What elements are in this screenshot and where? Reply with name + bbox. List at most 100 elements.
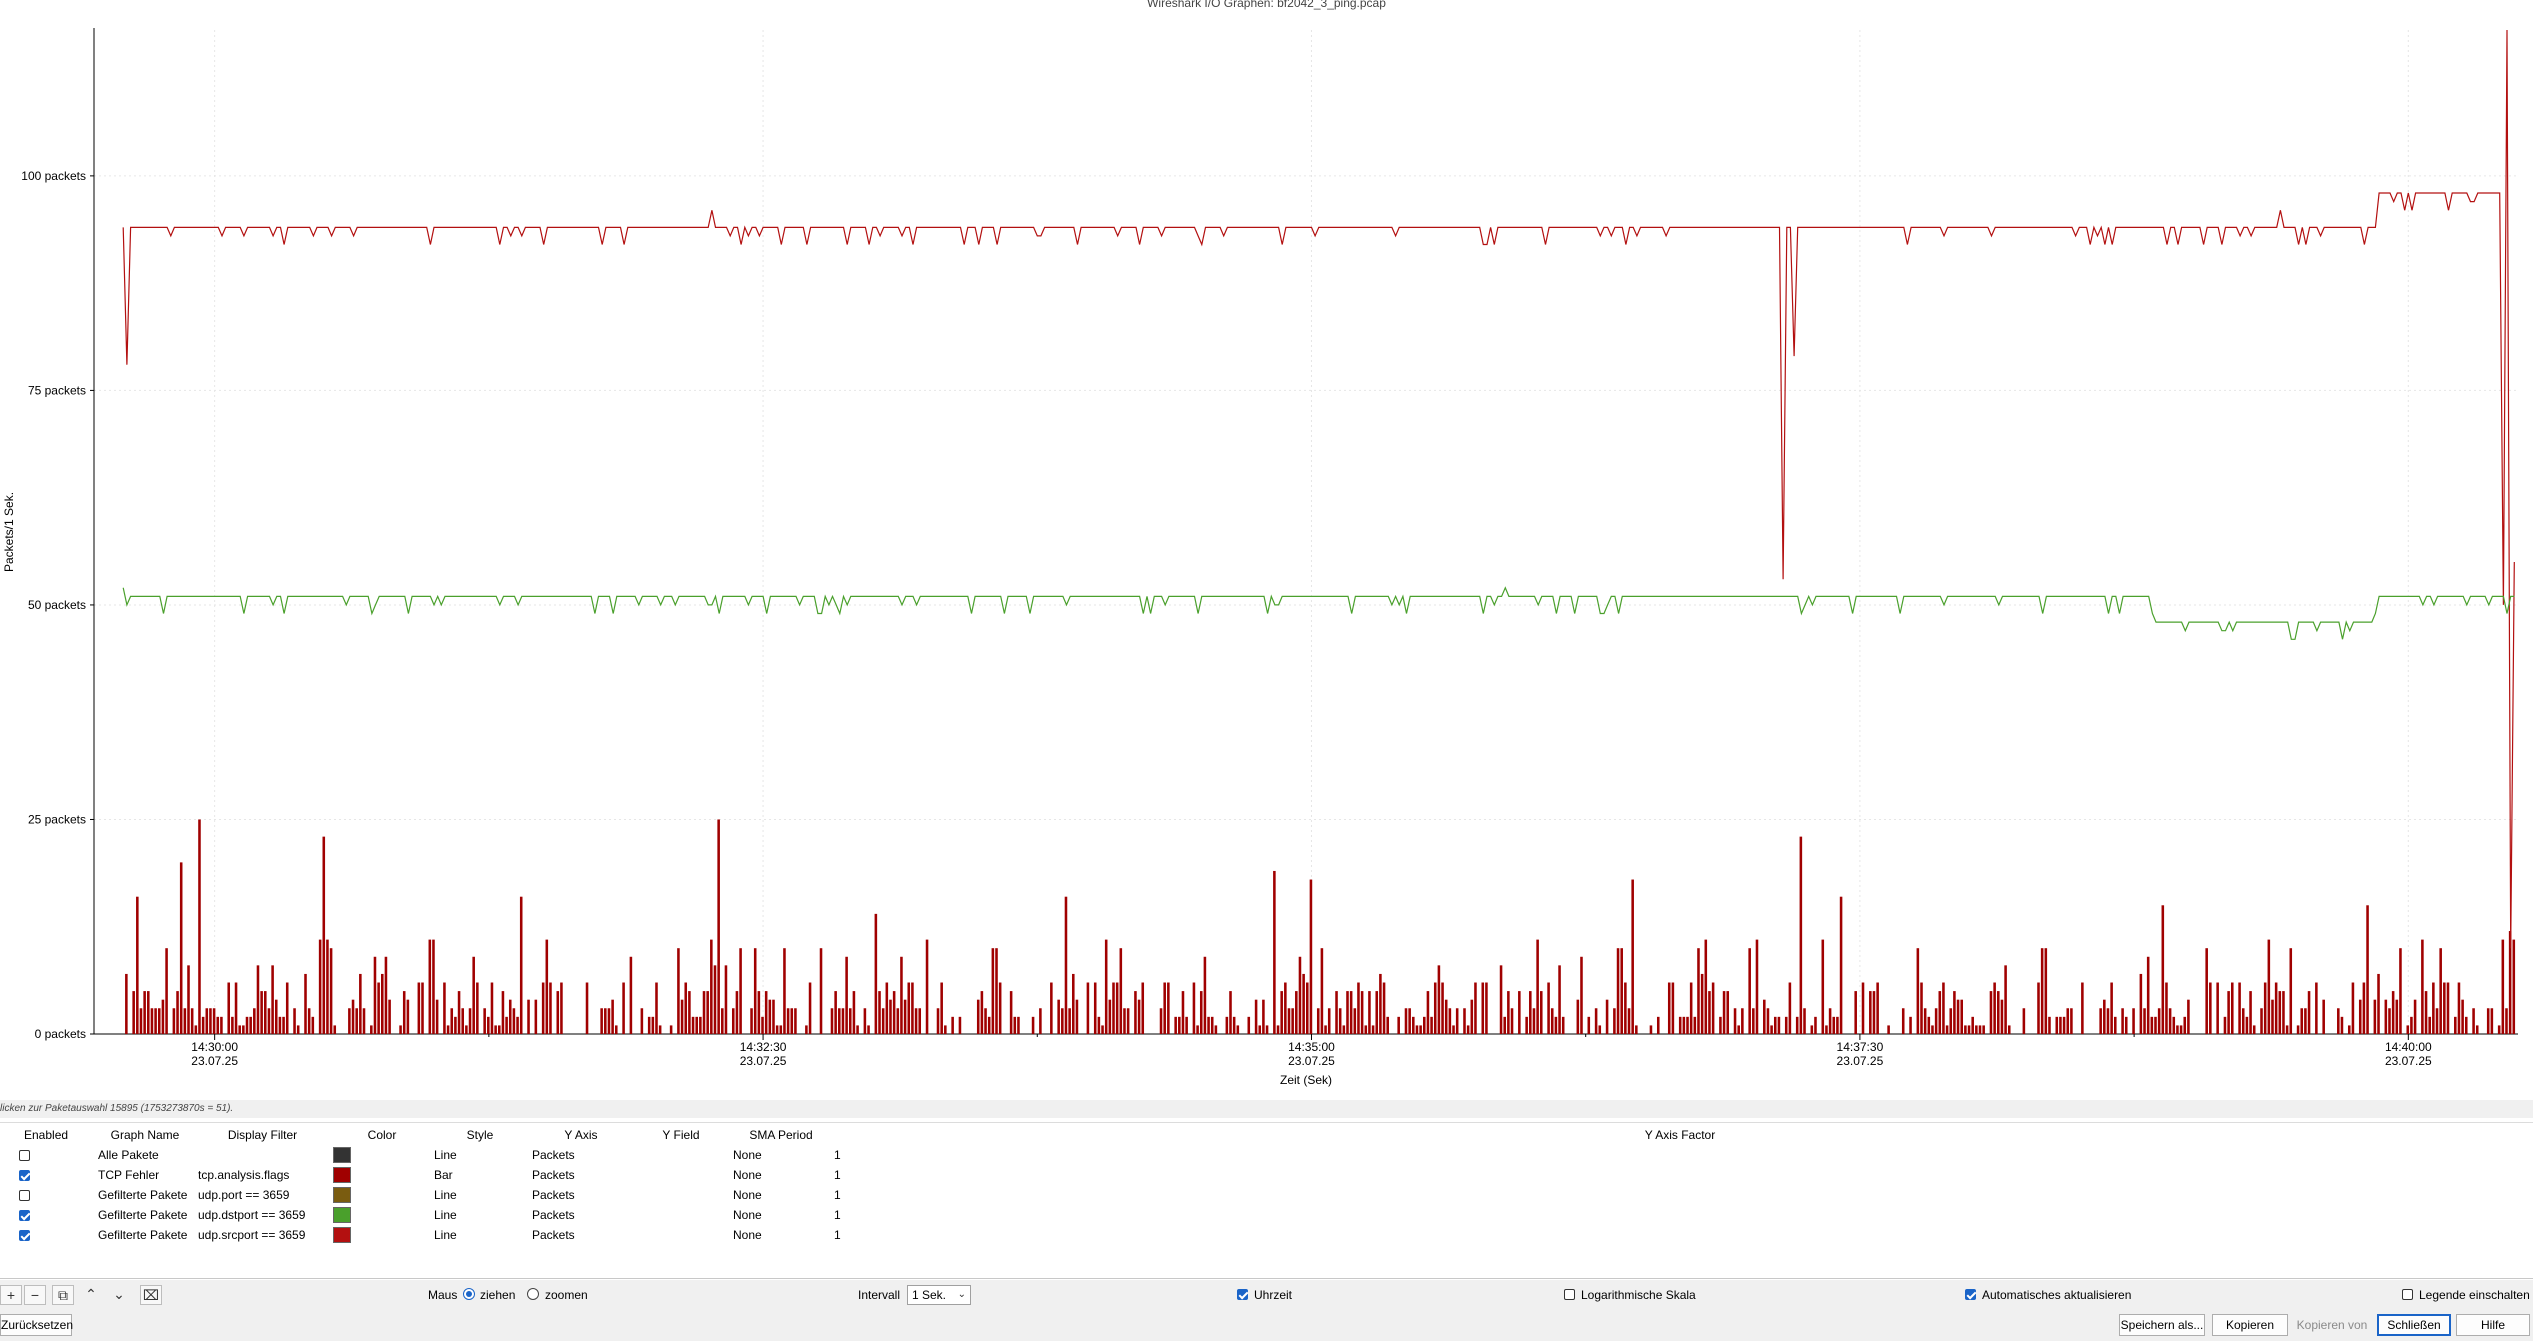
interval-select[interactable]: 1 Sek. ⌄ bbox=[907, 1285, 971, 1305]
tcp-error-bar bbox=[1207, 1016, 1210, 1034]
graph-enabled-checkbox[interactable] bbox=[19, 1170, 30, 1181]
color-swatch[interactable] bbox=[333, 1187, 351, 1203]
interval-label: Intervall bbox=[858, 1288, 901, 1302]
graph-enabled-checkbox[interactable] bbox=[19, 1210, 30, 1221]
graph-enabled-checkbox[interactable] bbox=[19, 1150, 30, 1161]
sma-period-cell[interactable]: None bbox=[733, 1145, 762, 1165]
copy-from-button[interactable]: Kopieren von bbox=[2292, 1314, 2372, 1336]
y-axis-factor-cell[interactable]: 1 bbox=[834, 1185, 841, 1205]
header-graph-name[interactable]: Graph Name bbox=[110, 1126, 180, 1144]
display-filter-cell[interactable]: udp.dstport == 3659 bbox=[198, 1205, 305, 1225]
tcp-error-bar bbox=[2230, 982, 2234, 1034]
tcp-error-bar bbox=[1733, 1008, 1737, 1034]
save-as-button[interactable]: Speichern als... bbox=[2119, 1314, 2205, 1336]
color-swatch[interactable] bbox=[333, 1147, 351, 1163]
legend-checkbox[interactable] bbox=[2402, 1289, 2413, 1300]
help-button[interactable]: Hilfe bbox=[2456, 1314, 2530, 1336]
table-row[interactable]: Gefilterte Pakete udp.port == 3659 Line Pac… bbox=[0, 1185, 2533, 1205]
tcp-error-bar bbox=[234, 982, 238, 1034]
move-up-icon[interactable]: ⌃ bbox=[80, 1285, 102, 1305]
tcp-error-bar bbox=[1499, 965, 1503, 1034]
graph-name-cell[interactable]: TCP Fehler bbox=[98, 1165, 159, 1185]
table-row[interactable]: TCP Fehler tcp.analysis.flags Bar Packets No… bbox=[0, 1165, 2533, 1185]
style-cell[interactable]: Line bbox=[434, 1145, 457, 1165]
tcp-error-bar bbox=[1594, 1008, 1598, 1034]
display-filter-cell[interactable]: tcp.analysis.flags bbox=[198, 1165, 289, 1185]
tcp-error-bar bbox=[307, 1008, 311, 1034]
sma-period-cell[interactable]: None bbox=[733, 1205, 762, 1225]
tcp-error-bar bbox=[1364, 1025, 1368, 1034]
drag-radio[interactable] bbox=[463, 1288, 475, 1300]
legend-label[interactable]: Legende einschalten bbox=[2419, 1288, 2530, 1302]
y-axis-cell[interactable]: Packets bbox=[532, 1205, 575, 1225]
zoom-label[interactable]: zoomen bbox=[545, 1288, 588, 1302]
tcp-error-bar bbox=[1554, 1016, 1558, 1034]
y-axis-factor-cell[interactable]: 1 bbox=[834, 1205, 841, 1225]
header-display-filter[interactable]: Display Filter bbox=[225, 1126, 300, 1144]
graph-name-cell[interactable]: Alle Pakete bbox=[98, 1145, 159, 1165]
style-cell[interactable]: Line bbox=[434, 1205, 457, 1225]
clock-label[interactable]: Uhrzeit bbox=[1254, 1288, 1292, 1302]
tcp-error-bar bbox=[984, 1008, 987, 1034]
y-axis-cell[interactable]: Packets bbox=[532, 1165, 575, 1185]
color-swatch[interactable] bbox=[333, 1227, 351, 1243]
reset-button[interactable]: Zurücksetzen bbox=[0, 1314, 73, 1336]
header-y-axis-factor[interactable]: Y Axis Factor bbox=[1640, 1126, 1720, 1144]
zoom-radio[interactable] bbox=[527, 1288, 539, 1300]
tcp-error-bar bbox=[925, 939, 929, 1034]
add-icon[interactable]: + bbox=[0, 1285, 22, 1305]
tcp-error-bar bbox=[695, 1016, 698, 1034]
y-axis-factor-cell[interactable]: 1 bbox=[834, 1145, 841, 1165]
io-graph-chart[interactable]: 0 packets 25 packets 50 packets 75 packets 1… bbox=[0, 0, 2533, 1100]
y-axis-cell[interactable]: Packets bbox=[532, 1225, 575, 1245]
tcp-error-bar bbox=[322, 836, 326, 1034]
close-button[interactable]: Schließen bbox=[2377, 1314, 2451, 1336]
style-cell[interactable]: Bar bbox=[434, 1165, 453, 1185]
auto-update-checkbox[interactable] bbox=[1965, 1289, 1976, 1300]
sma-period-cell[interactable]: None bbox=[733, 1185, 762, 1205]
y-axis-cell[interactable]: Packets bbox=[532, 1185, 575, 1205]
y-axis-cell[interactable]: Packets bbox=[532, 1145, 575, 1165]
header-sma-period[interactable]: SMA Period bbox=[748, 1126, 814, 1144]
color-swatch[interactable] bbox=[333, 1207, 351, 1223]
remove-icon[interactable]: − bbox=[24, 1285, 46, 1305]
tcp-error-bar bbox=[2048, 1016, 2051, 1034]
header-enabled[interactable]: Enabled bbox=[24, 1126, 68, 1144]
header-y-axis[interactable]: Y Axis bbox=[560, 1126, 602, 1144]
table-row[interactable]: Gefilterte Pakete udp.srcport == 3659 Line… bbox=[0, 1225, 2533, 1245]
display-filter-cell[interactable]: udp.port == 3659 bbox=[198, 1185, 289, 1205]
tcp-error-bar bbox=[1068, 1008, 1071, 1034]
graph-table[interactable]: Enabled Graph Name Display Filter Color … bbox=[0, 1122, 2533, 1279]
header-style[interactable]: Style bbox=[462, 1126, 498, 1144]
graph-name-cell[interactable]: Gefilterte Pakete bbox=[98, 1205, 187, 1225]
style-cell[interactable]: Line bbox=[434, 1225, 457, 1245]
move-down-icon[interactable]: ⌄ bbox=[108, 1285, 130, 1305]
color-swatch[interactable] bbox=[333, 1167, 351, 1183]
table-row[interactable]: Gefilterte Pakete udp.dstport == 3659 Line… bbox=[0, 1205, 2533, 1225]
sma-period-cell[interactable]: None bbox=[733, 1225, 762, 1245]
y-axis-factor-cell[interactable]: 1 bbox=[834, 1165, 841, 1185]
tcp-error-bar bbox=[384, 956, 388, 1034]
graph-enabled-checkbox[interactable] bbox=[19, 1230, 30, 1241]
log-scale-label[interactable]: Logarithmische Skala bbox=[1581, 1288, 1696, 1302]
table-row[interactable]: Alle Pakete Line Packets None 1 bbox=[0, 1145, 2533, 1165]
clock-checkbox[interactable] bbox=[1237, 1289, 1248, 1300]
drag-label[interactable]: ziehen bbox=[480, 1288, 515, 1302]
header-color[interactable]: Color bbox=[362, 1126, 402, 1144]
tcp-error-bar bbox=[2055, 1016, 2059, 1034]
display-filter-cell[interactable]: udp.srcport == 3659 bbox=[198, 1225, 305, 1245]
tcp-error-bar bbox=[995, 948, 998, 1034]
graph-enabled-checkbox[interactable] bbox=[19, 1190, 30, 1201]
tcp-error-bar bbox=[136, 896, 139, 1034]
auto-update-label[interactable]: Automatisches aktualisieren bbox=[1982, 1288, 2131, 1302]
copy-button[interactable]: Kopieren bbox=[2212, 1314, 2288, 1336]
log-scale-checkbox[interactable] bbox=[1564, 1289, 1575, 1300]
graph-name-cell[interactable]: Gefilterte Pakete bbox=[98, 1225, 187, 1245]
clear-icon[interactable]: ⌧ bbox=[140, 1285, 162, 1305]
copy-icon[interactable]: ⧉ bbox=[52, 1285, 74, 1305]
sma-period-cell[interactable]: None bbox=[733, 1165, 762, 1185]
graph-name-cell[interactable]: Gefilterte Pakete bbox=[98, 1185, 187, 1205]
header-y-field[interactable]: Y Field bbox=[660, 1126, 702, 1144]
y-axis-factor-cell[interactable]: 1 bbox=[834, 1225, 841, 1245]
style-cell[interactable]: Line bbox=[434, 1185, 457, 1205]
